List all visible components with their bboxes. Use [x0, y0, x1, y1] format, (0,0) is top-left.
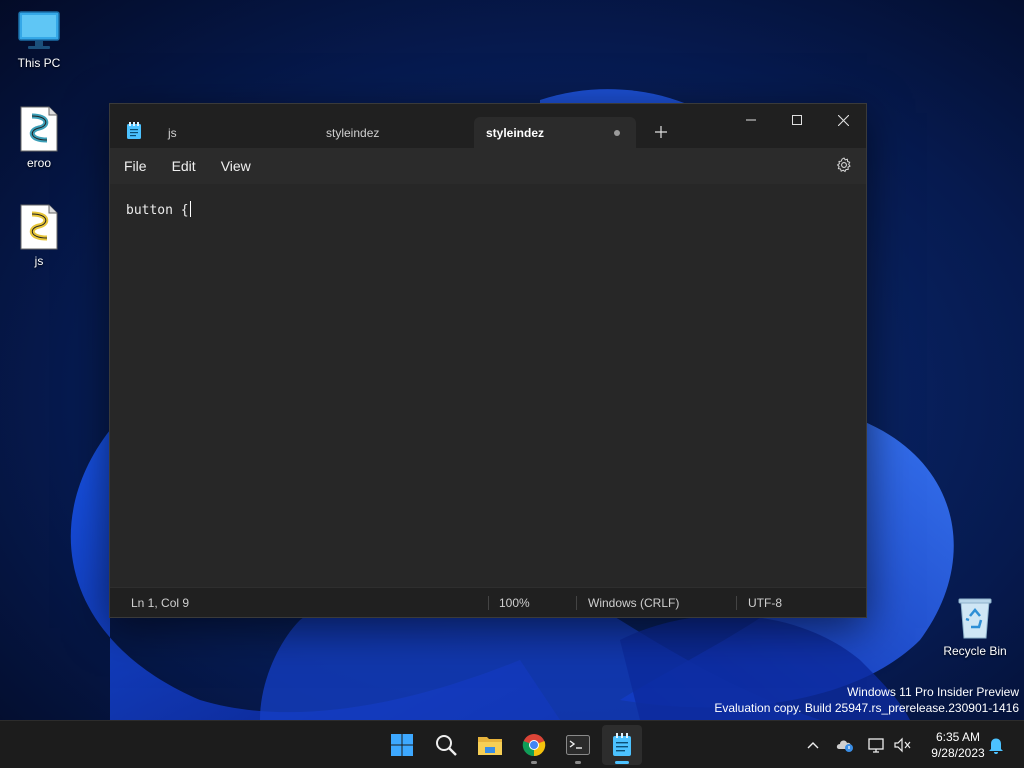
chrome-icon	[522, 734, 546, 757]
menu-file[interactable]: File	[114, 154, 157, 178]
status-divider	[488, 596, 489, 610]
menu-edit[interactable]: Edit	[162, 154, 206, 178]
watermark-line-1: Windows 11 Pro Insider Preview	[847, 685, 1019, 699]
show-hidden-icons-button[interactable]	[803, 735, 823, 755]
network-tray-button[interactable]	[867, 735, 887, 755]
notifications-button[interactable]	[986, 735, 1006, 755]
desktop-icon-recycle-bin[interactable]: Recycle Bin	[937, 596, 1013, 658]
status-bar: Ln 1, Col 9 100% Windows (CRLF) UTF-8	[110, 587, 866, 617]
menu-view[interactable]: View	[211, 154, 261, 178]
onedrive-tray-button[interactable]	[835, 735, 855, 755]
desktop-icon-label: js	[34, 254, 44, 268]
notepad-window[interactable]: js styleindez styleindez File Edit View …	[109, 103, 867, 618]
cursor-position: Ln 1, Col 9	[131, 596, 190, 610]
evaluation-watermark: Windows 11 Pro Insider Preview Evaluatio…	[714, 684, 1019, 716]
search-button[interactable]	[426, 725, 466, 765]
status-divider	[736, 596, 737, 610]
active-indicator	[615, 761, 629, 764]
volume-tray-button[interactable]	[893, 735, 913, 755]
status-divider	[576, 596, 577, 610]
terminal-icon	[566, 735, 590, 755]
desktop-icon-label: Recycle Bin	[943, 644, 1007, 658]
tab-styleindez[interactable]: styleindez	[314, 117, 469, 148]
running-indicator	[531, 761, 537, 764]
new-tab-button[interactable]	[646, 119, 676, 145]
menu-bar: File Edit View	[110, 148, 866, 184]
desktop-icon-js[interactable]: js	[1, 204, 77, 268]
plus-icon	[655, 126, 667, 138]
maximize-button[interactable]	[774, 104, 820, 136]
chevron-up-icon	[807, 742, 819, 749]
file-explorer-icon	[478, 737, 502, 755]
bell-icon	[989, 738, 1003, 754]
tab-js[interactable]: js	[156, 117, 306, 148]
gear-icon	[836, 157, 851, 173]
encoding: UTF-8	[748, 596, 782, 610]
settings-button[interactable]	[836, 157, 852, 178]
watermark-line-2: Evaluation copy. Build 25947.rs_prerelea…	[714, 701, 1019, 715]
text-caret	[189, 201, 191, 217]
editor-text: button {	[126, 203, 189, 218]
tab-label: styleindez	[486, 125, 545, 140]
volume-muted-icon	[894, 737, 911, 753]
tab-label: js	[168, 125, 177, 140]
tab-styleindez-active[interactable]: styleindez	[474, 117, 636, 148]
running-indicator	[575, 761, 581, 764]
script-file-icon	[20, 106, 58, 152]
close-button[interactable]	[820, 104, 866, 136]
close-icon	[837, 114, 849, 126]
unsaved-indicator[interactable]	[614, 130, 620, 136]
start-icon	[391, 734, 413, 756]
minimize-button[interactable]	[728, 104, 774, 136]
text-editor[interactable]: button {	[110, 184, 866, 587]
monitor-icon	[18, 11, 60, 49]
network-icon	[868, 738, 884, 753]
minimize-icon	[746, 119, 756, 121]
recycle-bin-icon	[958, 598, 992, 639]
script-file-icon	[20, 204, 58, 250]
search-icon	[436, 735, 457, 756]
desktop-icon-label: eroo	[26, 156, 52, 170]
tab-label: styleindez	[326, 125, 380, 140]
taskbar: 6:35 AM 9/28/2023	[0, 720, 1024, 768]
chrome-button[interactable]	[514, 725, 554, 765]
notepad-icon	[127, 122, 141, 139]
maximize-icon	[792, 115, 802, 125]
desktop-icon-this-pc[interactable]: This PC	[1, 10, 77, 70]
start-button[interactable]	[382, 725, 422, 765]
title-bar[interactable]: js styleindez styleindez	[110, 104, 866, 148]
zoom-level: 100%	[499, 596, 530, 610]
terminal-button[interactable]	[558, 725, 598, 765]
notepad-icon	[613, 733, 631, 756]
line-ending: Windows (CRLF)	[588, 596, 680, 610]
file-explorer-button[interactable]	[470, 725, 510, 765]
notepad-taskbar-button[interactable]	[602, 725, 642, 765]
desktop-icon-label: This PC	[17, 56, 61, 70]
cloud-icon	[836, 740, 853, 752]
desktop-icon-eroo[interactable]: eroo	[1, 106, 77, 170]
